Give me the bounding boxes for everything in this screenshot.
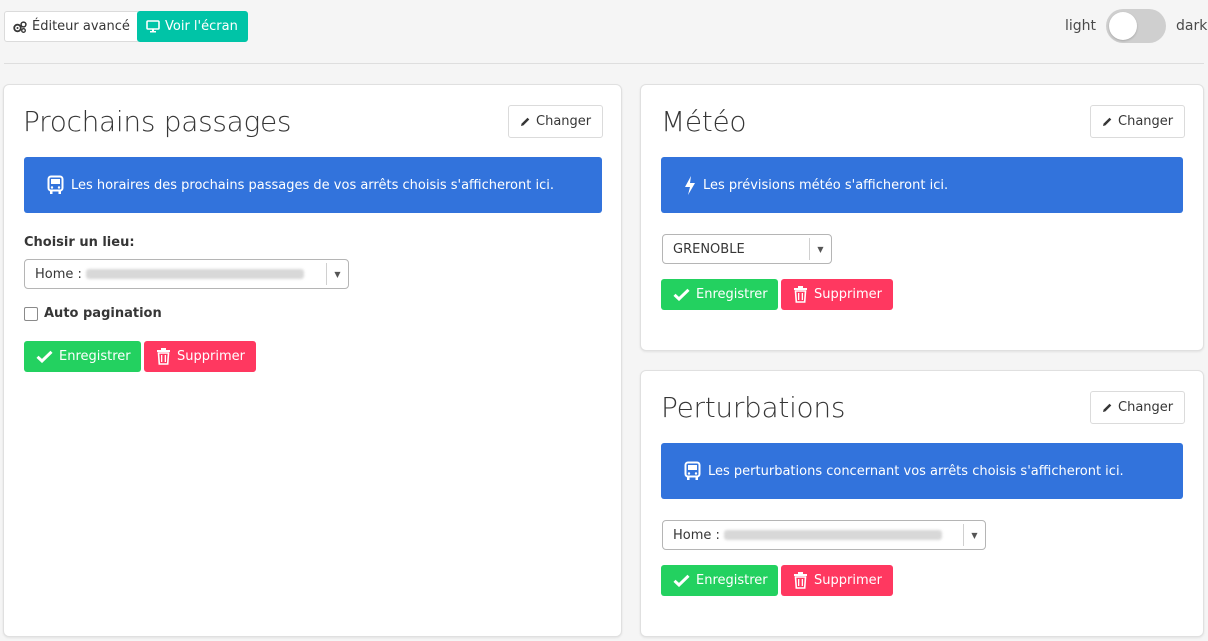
meteo-save-label: Enregistrer [696,287,768,302]
passages-widget: Prochains passages Changer Les horaires … [3,84,622,637]
bolt-icon [684,175,696,195]
meteo-delete-button[interactable]: Supprimer [781,279,893,310]
perturbations-save-label: Enregistrer [696,573,768,588]
meteo-change-button[interactable]: Changer [1090,105,1186,138]
view-screen-label: Voir l'écran [165,19,238,34]
perturbations-place-select[interactable]: Home : ▼ [662,520,986,550]
perturbations-place-value: Home : [673,527,720,543]
theme-toggle[interactable] [1106,9,1166,43]
divider [4,63,1204,64]
place-address-redacted [85,269,304,279]
passages-save-button[interactable]: Enregistrer [24,341,141,372]
trash-icon [156,348,171,365]
perturbations-title: Perturbations [661,391,846,424]
passages-change-label: Changer [536,114,592,129]
cogs-icon [13,20,27,33]
meteo-save-button[interactable]: Enregistrer [661,279,778,310]
pencil-icon [1101,402,1113,414]
check-icon [673,574,690,587]
bus-icon [47,175,64,195]
view-screen-button[interactable]: Voir l'écran [137,11,248,42]
theme-toggle-knob [1109,12,1137,40]
meteo-notification-text: Les prévisions météo s'afficheront ici. [703,177,949,193]
advanced-editor-label: Éditeur avancé [32,19,130,34]
passages-change-button[interactable]: Changer [508,105,604,138]
theme-light-label: light [1065,18,1097,34]
meteo-title: Météo [661,105,747,138]
passages-title: Prochains passages [23,105,292,138]
pencil-icon [1101,116,1113,128]
city-select[interactable]: GRENOBLE ▼ [662,234,832,264]
check-icon [36,350,53,363]
chevron-down-icon: ▼ [963,524,985,546]
place-select-value: Home : [35,266,82,282]
perturbations-delete-label: Supprimer [814,573,882,588]
perturbations-change-button[interactable]: Changer [1090,391,1186,424]
city-select-value: GRENOBLE [673,241,745,257]
desktop-icon [146,20,160,33]
meteo-widget: Météo Changer Les prévisions météo s'aff… [640,84,1204,351]
checkbox-box[interactable] [24,306,38,321]
advanced-editor-button[interactable]: Éditeur avancé [4,11,140,42]
perturbations-notification: Les perturbations concernant vos arrêts … [661,443,1183,499]
meteo-change-label: Changer [1118,114,1174,129]
bus-icon [684,461,701,481]
passages-notification: Les horaires des prochains passages de v… [24,157,602,213]
meteo-notification: Les prévisions météo s'afficheront ici. [661,157,1183,213]
theme-dark-label: dark [1176,18,1208,34]
passages-delete-button[interactable]: Supprimer [144,341,256,372]
place-select[interactable]: Home : ▼ [24,259,349,289]
perturbations-delete-button[interactable]: Supprimer [781,565,893,596]
perturbations-notification-text: Les perturbations concernant vos arrêts … [708,463,1124,479]
pencil-icon [519,116,531,128]
top-toolbar: Éditeur avancé Voir l'écran light dark [0,0,1208,62]
passages-delete-label: Supprimer [177,349,245,364]
perturbations-change-label: Changer [1118,400,1174,415]
trash-icon [793,286,808,303]
check-icon [673,288,690,301]
perturbations-save-button[interactable]: Enregistrer [661,565,778,596]
chevron-down-icon: ▼ [809,238,831,260]
auto-pagination-checkbox[interactable]: Auto pagination [24,306,162,321]
perturbations-widget: Perturbations Changer Les perturbations … [640,370,1204,637]
passages-notification-text: Les horaires des prochains passages de v… [71,177,554,193]
place-label: Choisir un lieu: [24,235,135,250]
chevron-down-icon: ▼ [326,263,348,285]
meteo-delete-label: Supprimer [814,287,882,302]
auto-pagination-label: Auto pagination [44,306,162,321]
place-address-redacted [723,530,942,540]
passages-save-label: Enregistrer [59,349,131,364]
trash-icon [793,572,808,589]
